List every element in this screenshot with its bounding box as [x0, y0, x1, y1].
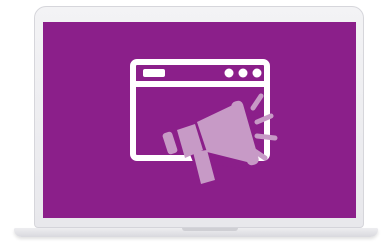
laptop-base-notch: [182, 228, 238, 231]
laptop-base: [14, 228, 378, 237]
browser-window-icon: [130, 59, 278, 184]
window-dot-icon: [252, 68, 262, 78]
browser-address-bar: [143, 69, 165, 77]
window-dot-icon: [238, 68, 248, 78]
window-dot-icon: [224, 68, 234, 78]
laptop-illustration: [0, 0, 383, 248]
megaphone-icon: [162, 100, 259, 184]
